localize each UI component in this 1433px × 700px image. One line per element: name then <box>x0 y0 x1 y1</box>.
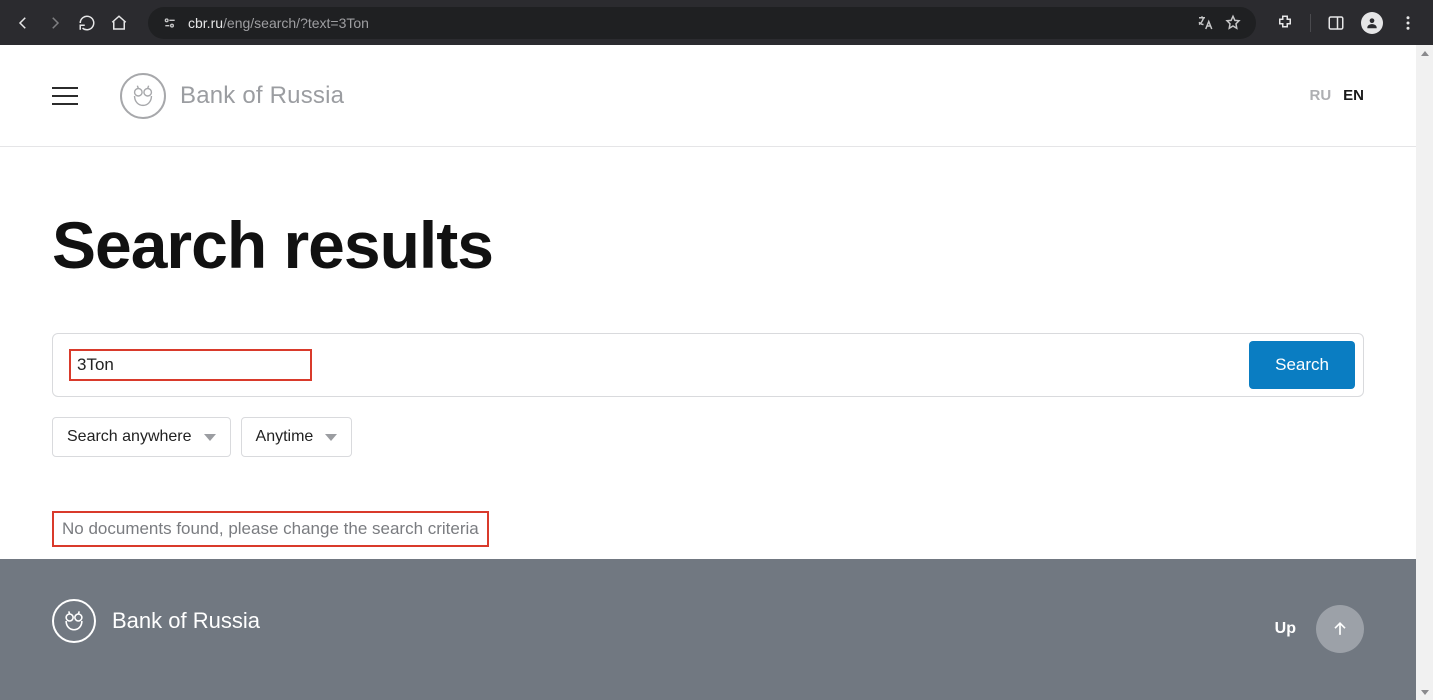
page-content: Bank of Russia RU EN Search results Sear… <box>0 45 1416 700</box>
url-text: cbr.ru/eng/search/?text=3Ton <box>188 15 369 31</box>
profile-avatar-icon[interactable] <box>1361 12 1383 34</box>
search-query-highlight <box>69 349 312 381</box>
lang-ru[interactable]: RU <box>1309 87 1331 104</box>
nav-icon-group <box>14 14 128 32</box>
site-footer: Bank of Russia Up <box>0 559 1416 700</box>
url-path: /eng/search/?text=3Ton <box>223 15 369 31</box>
extensions-icon[interactable] <box>1276 14 1294 32</box>
no-results-message: No documents found, please change the se… <box>52 511 489 547</box>
site-header: Bank of Russia RU EN <box>0 45 1416 147</box>
scope-filter-select[interactable]: Search anywhere <box>52 417 231 457</box>
chevron-down-icon <box>204 434 216 441</box>
search-button[interactable]: Search <box>1249 341 1355 389</box>
kebab-menu-icon[interactable] <box>1399 14 1417 32</box>
footer-brand-title: Bank of Russia <box>112 608 260 634</box>
brand-title: Bank of Russia <box>180 82 344 110</box>
url-host: cbr.ru <box>188 15 223 31</box>
filter-row: Search anywhere Anytime <box>52 417 1364 457</box>
scope-filter-label: Search anywhere <box>67 428 192 446</box>
main: Search results Search Search anywhere An… <box>0 207 1416 547</box>
language-switcher: RU EN <box>1309 87 1364 104</box>
search-bar: Search <box>52 333 1364 397</box>
page-title: Search results <box>52 207 1364 283</box>
search-input[interactable] <box>77 355 298 375</box>
footer-logo-icon <box>52 599 96 643</box>
chrome-right-icons <box>1276 12 1417 34</box>
separator <box>1310 14 1311 32</box>
sidepanel-icon[interactable] <box>1327 14 1345 32</box>
time-filter-select[interactable]: Anytime <box>241 417 353 457</box>
scroll-top-button[interactable] <box>1316 605 1364 653</box>
home-icon[interactable] <box>110 14 128 32</box>
bookmark-star-icon[interactable] <box>1224 14 1242 32</box>
results-area: No documents found, please change the se… <box>52 511 1364 547</box>
translate-icon[interactable] <box>1196 14 1214 32</box>
scrollbar-down-icon[interactable] <box>1416 683 1433 700</box>
hamburger-menu-icon[interactable] <box>52 87 78 105</box>
chevron-down-icon <box>325 434 337 441</box>
forward-icon[interactable] <box>46 14 64 32</box>
address-bar[interactable]: cbr.ru/eng/search/?text=3Ton <box>148 7 1256 39</box>
brand-logo-icon <box>120 73 166 119</box>
page-viewport: Bank of Russia RU EN Search results Sear… <box>0 45 1433 700</box>
brand[interactable]: Bank of Russia <box>120 73 344 119</box>
footer-brand[interactable]: Bank of Russia <box>52 599 260 643</box>
back-icon[interactable] <box>14 14 32 32</box>
up-label[interactable]: Up <box>1275 620 1296 638</box>
scrollbar-up-icon[interactable] <box>1416 45 1433 62</box>
scrollbar[interactable] <box>1416 45 1433 700</box>
browser-chrome: cbr.ru/eng/search/?text=3Ton <box>0 0 1433 45</box>
lang-en[interactable]: EN <box>1343 87 1364 104</box>
reload-icon[interactable] <box>78 14 96 32</box>
site-settings-icon[interactable] <box>162 15 178 31</box>
back-to-top: Up <box>1275 605 1364 653</box>
time-filter-label: Anytime <box>256 428 314 446</box>
